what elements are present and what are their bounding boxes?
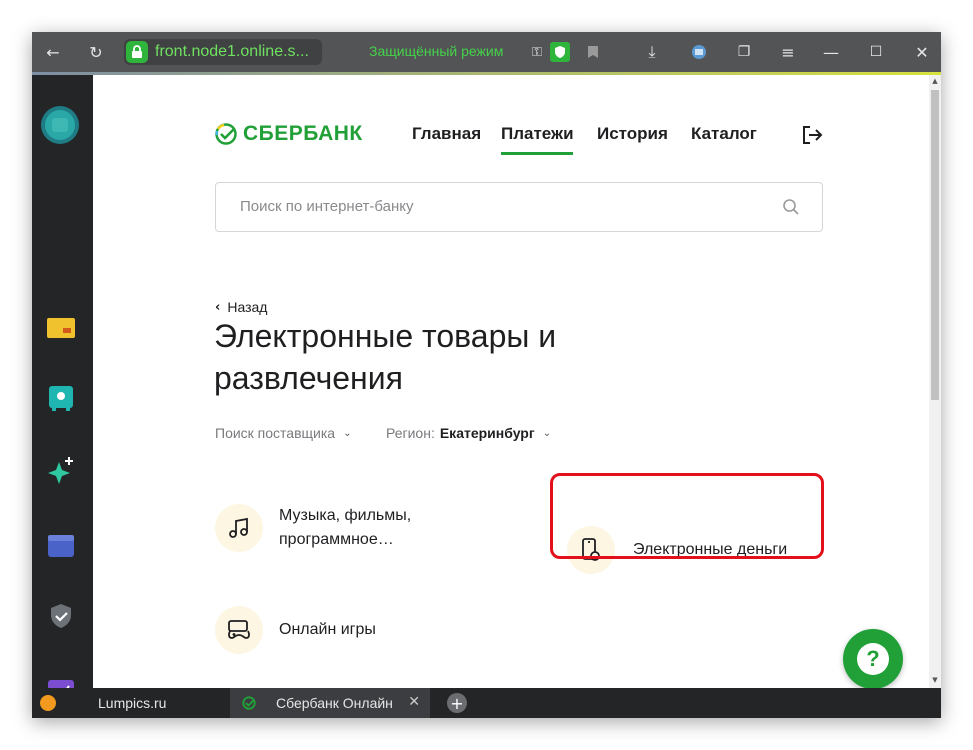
sparkle-icon[interactable] [46, 456, 76, 486]
chevron-down-icon[interactable]: ⌄ [543, 428, 551, 439]
url-text[interactable]: front.node1.online.s... [155, 43, 309, 61]
category-label[interactable]: Музыка, фильмы, программное… [279, 504, 449, 552]
browser-window: ← ↻ front.node1.online.s... Защищённый р… [32, 32, 941, 718]
collections-icon[interactable]: ❐ [732, 40, 756, 64]
close-icon[interactable]: ✕ [910, 40, 934, 64]
nav-home[interactable]: Главная [412, 124, 481, 144]
tab-close-icon[interactable]: ✕ [408, 694, 420, 710]
category-music[interactable]: Музыка, фильмы, программное… [215, 504, 449, 552]
nav-payments[interactable]: Платежи [501, 124, 574, 144]
menu-icon[interactable]: ≡ [776, 40, 800, 64]
question-icon: ? [857, 643, 889, 675]
cards-icon[interactable] [46, 313, 76, 343]
reload-icon[interactable]: ↻ [84, 40, 108, 64]
extension-icon[interactable] [687, 40, 711, 64]
region-filter[interactable]: Регион: Екатеринбург ⌄ [386, 425, 551, 441]
sberbank-logo-icon [215, 123, 237, 145]
brand-name: СБЕРБАНК [243, 122, 363, 145]
protect-icon[interactable] [548, 40, 572, 64]
gamepad-icon [215, 606, 263, 654]
new-tab-icon[interactable]: + [447, 693, 467, 713]
back-icon[interactable]: ← [41, 40, 65, 64]
tab-sberbank-online[interactable]: Сбербанк Онлайн ✕ [230, 688, 430, 718]
search-placeholder: Поиск по интернет-банку [240, 198, 414, 215]
sberbank-logo[interactable]: СБЕРБАНК [215, 122, 363, 146]
highlight-annotation [550, 473, 824, 559]
folder-icon[interactable] [46, 531, 76, 561]
bookmark-icon[interactable] [581, 40, 605, 64]
nav-catalog[interactable]: Каталог [691, 124, 757, 144]
region-label: Регион: [386, 425, 435, 441]
profile-avatar-icon[interactable] [40, 105, 80, 145]
category-label[interactable]: Онлайн игры [279, 618, 376, 642]
download-icon[interactable]: ⤓ [640, 40, 664, 64]
scrollbar-thumb[interactable] [931, 90, 939, 400]
chevron-left-icon: ‹ [215, 299, 221, 315]
permissions-icon[interactable]: ⚿ [525, 40, 549, 64]
tab-label[interactable]: Сбербанк Онлайн [276, 695, 393, 711]
provider-search-label[interactable]: Поиск поставщика [215, 425, 335, 441]
sberbank-favicon-icon [242, 696, 256, 710]
browser-toolbar: ← ↻ front.node1.online.s... Защищённый р… [32, 32, 941, 72]
nav-history[interactable]: История [597, 124, 668, 144]
scrollbar[interactable]: ▲ ▼ [929, 75, 941, 688]
back-label[interactable]: Назад [227, 299, 267, 315]
tab-bar: Lumpics.ru Сбербанк Онлайн ✕ + [32, 688, 941, 718]
scroll-down-icon[interactable]: ▼ [930, 676, 940, 686]
scroll-up-icon[interactable]: ▲ [930, 77, 940, 87]
region-value[interactable]: Екатеринбург [440, 425, 535, 441]
page-title: Электронные товары и развлечения [214, 318, 557, 396]
tab-label[interactable]: Lumpics.ru [98, 695, 166, 711]
category-online-games[interactable]: Онлайн игры [215, 606, 376, 654]
tab-lumpics[interactable]: Lumpics.ru [32, 688, 228, 718]
lumpics-favicon-icon [40, 695, 56, 711]
side-panel [32, 75, 93, 702]
help-button[interactable]: ? [843, 629, 903, 688]
maximize-icon[interactable]: ☐ [864, 40, 888, 64]
search-input[interactable]: Поиск по интернет-банку [215, 182, 823, 232]
nav-active-indicator [501, 152, 573, 155]
logout-icon[interactable] [801, 124, 823, 146]
secure-mode-label[interactable]: Защищённый режим [369, 43, 503, 59]
music-note-icon [215, 504, 263, 552]
search-icon[interactable] [782, 198, 800, 216]
lock-icon[interactable] [126, 41, 148, 63]
minimize-icon[interactable]: — [819, 40, 843, 64]
page-content: СБЕРБАНК Главная Платежи История Каталог… [93, 75, 929, 688]
address-bar[interactable]: front.node1.online.s... [124, 39, 322, 65]
back-link[interactable]: ‹ Назад [215, 299, 267, 315]
shield-icon[interactable] [46, 601, 76, 631]
wallet-icon[interactable] [46, 384, 76, 414]
provider-search-filter[interactable]: Поиск поставщика ⌄ [215, 425, 351, 441]
chevron-down-icon[interactable]: ⌄ [343, 428, 351, 439]
